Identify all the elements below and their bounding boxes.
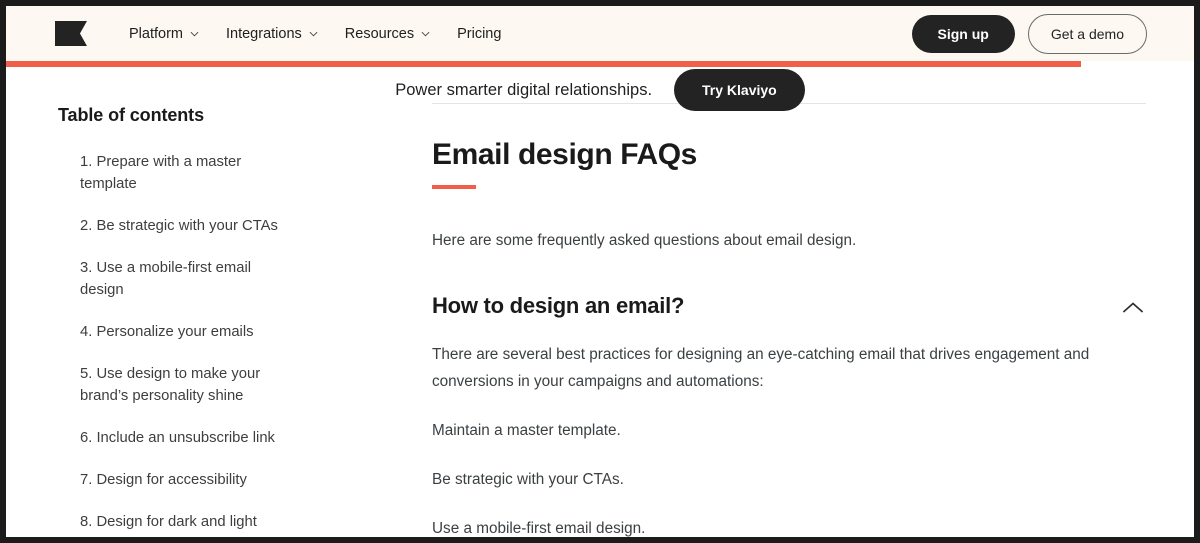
nav-item-label: Pricing: [457, 25, 502, 42]
toc-item-6[interactable]: 6. Include an unsubscribe link: [58, 427, 298, 449]
chevron-up-icon[interactable]: [1122, 301, 1144, 314]
faq-question: How to design an email?: [432, 293, 685, 318]
get-a-demo-button[interactable]: Get a demo: [1027, 13, 1147, 54]
faq-item: How to design an email? There are severa…: [432, 293, 1146, 537]
header-actions: Sign up Get a demo: [911, 13, 1147, 54]
faq-intro-text: Here are some frequently asked questions…: [432, 232, 857, 249]
toc-item-7[interactable]: 7. Design for accessibility: [58, 469, 298, 491]
nav-item-label: Resources: [344, 25, 415, 42]
nav-item-label: Platform: [129, 25, 183, 42]
reading-progress-bar: [6, 61, 1194, 67]
article-content: Email design FAQs Here are some frequent…: [416, 67, 1194, 537]
nav-item-pricing[interactable]: Pricing: [457, 26, 501, 42]
nav-item-platform[interactable]: Platform: [129, 26, 199, 42]
chevron-down-icon: [309, 31, 318, 36]
faq-answer-intro: There are several best practices for des…: [432, 346, 1090, 390]
toc-item-4[interactable]: 4. Personalize your emails: [58, 321, 298, 343]
faq-answer: There are several best practices for des…: [432, 341, 1146, 537]
toc-item-5[interactable]: 5. Use design to make your brand’s perso…: [58, 363, 298, 407]
nav-item-label: Integrations: [226, 25, 302, 42]
toc-item-2[interactable]: 2. Be strategic with your CTAs: [58, 215, 298, 237]
faq-question-row[interactable]: How to design an email?: [432, 293, 1146, 319]
table-of-contents: Table of contents 1. Prepare with a mast…: [6, 67, 416, 537]
title-accent-rule: [432, 185, 476, 189]
toc-item-1[interactable]: 1. Prepare with a master template: [58, 151, 298, 195]
faq-answer-point: Use a mobile-first email design.: [432, 520, 646, 537]
faq-answer-point: Be strategic with your CTAs.: [432, 471, 624, 488]
reading-progress-fill: [6, 61, 1082, 67]
toc-item-8[interactable]: 8. Design for dark and light modes: [58, 511, 298, 537]
page-body: Table of contents 1. Prepare with a mast…: [6, 67, 1194, 537]
page-title: Email design FAQs: [432, 138, 697, 171]
page-root: Platform Integrations Resources Pricing: [0, 0, 1200, 543]
table-of-contents-title: Table of contents: [58, 105, 204, 125]
main-navigation: Platform Integrations Resources Pricing: [129, 26, 501, 42]
site-header: Platform Integrations Resources Pricing: [6, 6, 1194, 61]
table-of-contents-list: 1. Prepare with a master template 2. Be …: [58, 151, 416, 537]
toc-item-3[interactable]: 3. Use a mobile-first email design: [58, 257, 298, 301]
nav-item-resources[interactable]: Resources: [345, 26, 430, 42]
nav-item-integrations[interactable]: Integrations: [226, 26, 318, 42]
try-klaviyo-button[interactable]: Try Klaviyo: [674, 69, 805, 111]
chevron-down-icon: [421, 31, 430, 36]
sign-up-button[interactable]: Sign up: [911, 14, 1015, 53]
faq-answer-point: Maintain a master template.: [432, 422, 621, 439]
chevron-down-icon: [190, 31, 199, 36]
klaviyo-logo-icon[interactable]: [55, 21, 87, 46]
